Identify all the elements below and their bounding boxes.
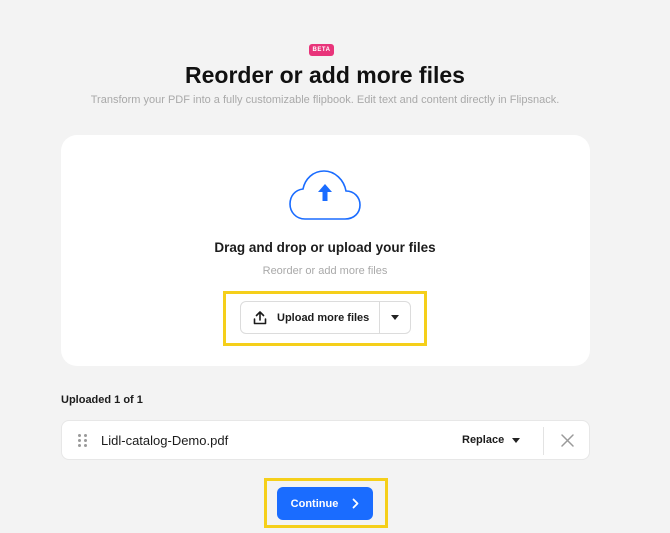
- chevron-down-icon: [512, 437, 521, 443]
- file-name: Lidl-catalog-Demo.pdf: [101, 433, 229, 448]
- chevron-down-icon: [391, 315, 399, 320]
- dropzone-subtitle: Reorder or add more files: [262, 265, 388, 277]
- file-row: Lidl-catalog-Demo.pdf Replace: [61, 420, 590, 460]
- cloud-upload-icon: [289, 170, 361, 220]
- upload-icon: [253, 310, 267, 324]
- upload-options-dropdown[interactable]: [380, 302, 410, 333]
- replace-label: Replace: [462, 434, 505, 446]
- replace-dropdown[interactable]: Replace: [462, 421, 521, 459]
- upload-more-files-button[interactable]: Upload more files: [241, 302, 379, 333]
- close-icon[interactable]: [560, 433, 575, 448]
- divider: [543, 427, 544, 455]
- continue-label: Continue: [290, 497, 339, 510]
- page-title: Reorder or add more files: [185, 62, 465, 88]
- upload-button-label: Upload more files: [277, 311, 370, 324]
- upload-button-group: Upload more files: [240, 301, 411, 334]
- page-subtitle: Transform your PDF into a fully customiz…: [90, 94, 560, 106]
- uploaded-count: Uploaded 1 of 1: [61, 394, 143, 406]
- dropzone-title: Drag and drop or upload your files: [214, 240, 436, 255]
- beta-badge: BETA: [309, 44, 334, 56]
- drag-handle-icon[interactable]: [78, 434, 87, 448]
- continue-button[interactable]: Continue: [277, 487, 373, 520]
- chevron-right-icon: [352, 498, 359, 509]
